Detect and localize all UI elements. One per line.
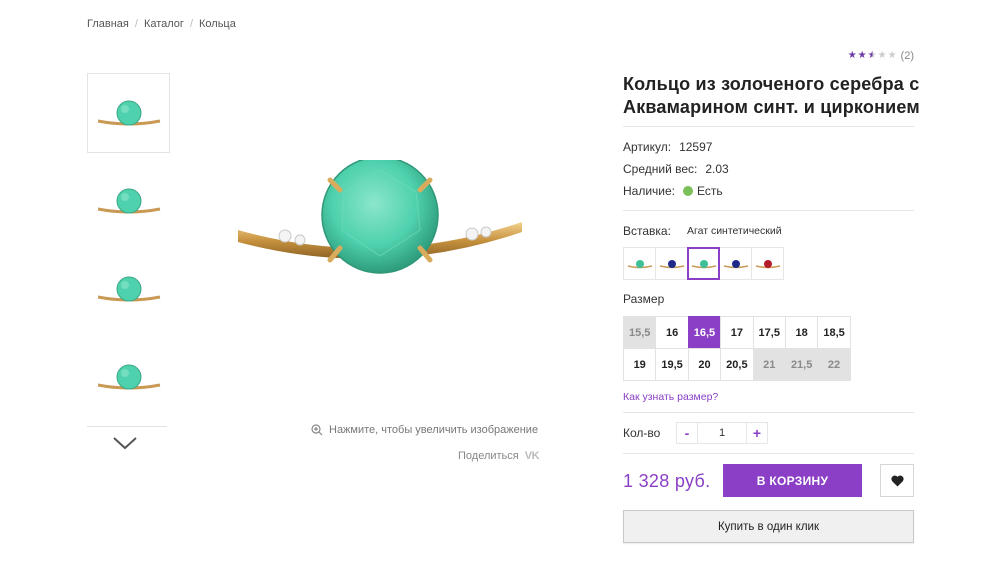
ring-swatch-icon: [723, 259, 748, 268]
spec-value: 2.03: [705, 162, 729, 176]
size-option[interactable]: 17: [720, 316, 754, 349]
spec-label: Артикул:: [623, 140, 672, 154]
ring-thumb-icon: [97, 188, 160, 214]
one-click-buy-button[interactable]: Купить в один клик: [623, 510, 914, 543]
quantity-input[interactable]: 1: [698, 422, 746, 444]
chevron-down-icon: [113, 437, 137, 450]
wishlist-button[interactable]: [880, 464, 914, 497]
thumbnail-item[interactable]: [87, 249, 170, 329]
spec-label: Наличие:: [623, 184, 676, 198]
zoom-in-icon: [311, 424, 323, 436]
availability: Есть: [683, 180, 723, 202]
availability-dot-icon: [683, 186, 694, 196]
product-title: Кольцо из золоченого серебра с Аквамарин…: [623, 74, 920, 117]
size-option: 21: [752, 348, 786, 381]
share-label: Поделиться: [458, 450, 519, 462]
size-option: 22: [817, 348, 851, 381]
ring-swatch-icon: [627, 259, 652, 268]
size-option[interactable]: 19: [623, 348, 657, 381]
quantity-label: Кол-во: [623, 426, 661, 440]
ring-image: [238, 156, 522, 274]
size-option[interactable]: 18: [784, 316, 819, 349]
breadcrumb-separator: /: [189, 18, 193, 30]
zoom-hint[interactable]: Нажмите, чтобы увеличить изображение: [311, 424, 538, 436]
divider: [623, 453, 914, 454]
spec-row: Наличие: Есть: [623, 180, 729, 202]
size-option[interactable]: 16,5: [687, 316, 722, 349]
size-help-link[interactable]: Как узнать размер?: [623, 391, 718, 403]
size-option[interactable]: 18,5: [817, 316, 851, 349]
breadcrumb-rings[interactable]: Кольца: [199, 18, 236, 30]
product-main-image[interactable]: [230, 156, 530, 285]
thumbnail-divider: [87, 426, 167, 427]
star-icon: ★: [887, 50, 897, 61]
rating[interactable]: ★ ★ ★ ★ ★ (2): [848, 50, 914, 62]
share-block: Поделиться VK: [458, 450, 540, 462]
spec-row: Артикул: 12597: [623, 136, 729, 158]
spec-row: Средний вес: 2.03: [623, 158, 729, 180]
ring-swatch-icon: [691, 259, 716, 268]
heart-icon: [890, 475, 904, 486]
insert-label: Вставка:: [623, 224, 671, 238]
product-price: 1 328 руб.: [623, 471, 711, 491]
insert-swatches: [623, 247, 784, 280]
star-icon: ★: [857, 50, 867, 61]
thumbnail-gallery: [87, 73, 170, 425]
vk-icon[interactable]: VK: [525, 450, 540, 462]
breadcrumb-home[interactable]: Главная: [87, 18, 129, 30]
quantity-decrease-button[interactable]: -: [676, 422, 698, 444]
insert-swatch[interactable]: [719, 247, 752, 280]
quantity-increase-button[interactable]: +: [746, 422, 768, 444]
product-specs: Артикул: 12597 Средний вес: 2.03 Наличие…: [623, 136, 729, 202]
insert-swatch[interactable]: [623, 247, 656, 280]
size-label: Размер: [623, 292, 665, 306]
size-option[interactable]: 17,5: [752, 316, 786, 349]
star-half-icon: ★: [867, 50, 877, 61]
rating-stars: ★ ★ ★ ★ ★: [848, 51, 897, 61]
zoom-hint-text: Нажмите, чтобы увеличить изображение: [329, 424, 539, 436]
size-option[interactable]: 20: [687, 348, 722, 381]
size-option: 15,5: [623, 316, 657, 349]
insert-swatch[interactable]: [687, 247, 720, 280]
insert-swatch[interactable]: [751, 247, 784, 280]
star-icon: ★: [877, 50, 887, 61]
size-option: 21,5: [784, 348, 819, 381]
size-option[interactable]: 16: [655, 316, 689, 349]
add-to-cart-button[interactable]: В КОРЗИНУ: [723, 464, 862, 497]
spec-label: Средний вес:: [623, 162, 698, 176]
thumbnails-next-button[interactable]: [110, 432, 140, 454]
divider: [623, 412, 914, 413]
insert-value: Агат синтетический: [687, 225, 782, 237]
insert-swatch[interactable]: [655, 247, 688, 280]
breadcrumb-catalog[interactable]: Каталог: [144, 18, 184, 30]
ring-thumb-icon: [97, 276, 160, 302]
ring-swatch-icon: [755, 259, 780, 268]
size-option[interactable]: 20,5: [720, 348, 754, 381]
breadcrumb: Главная / Каталог / Кольца: [87, 18, 236, 30]
divider: [623, 210, 914, 211]
spec-value: 12597: [679, 140, 713, 154]
availability-value: Есть: [697, 184, 723, 198]
breadcrumb-separator: /: [134, 18, 138, 30]
thumbnail-item[interactable]: [87, 161, 170, 241]
divider: [623, 126, 914, 127]
size-grid: 15,5 16 16,5 17 17,5 18 18,5 19 19,5 20 20,5 21 21,5…: [623, 316, 851, 381]
ring-swatch-icon: [659, 259, 684, 268]
star-icon: ★: [847, 50, 857, 61]
thumbnail-item[interactable]: [87, 337, 170, 417]
quantity-stepper: - 1 +: [676, 422, 768, 444]
ring-thumb-icon: [97, 100, 160, 126]
thumbnail-item[interactable]: [87, 73, 170, 153]
size-option[interactable]: 19,5: [655, 348, 689, 381]
ring-thumb-icon: [97, 364, 160, 390]
reviews-count: (2): [900, 50, 914, 62]
